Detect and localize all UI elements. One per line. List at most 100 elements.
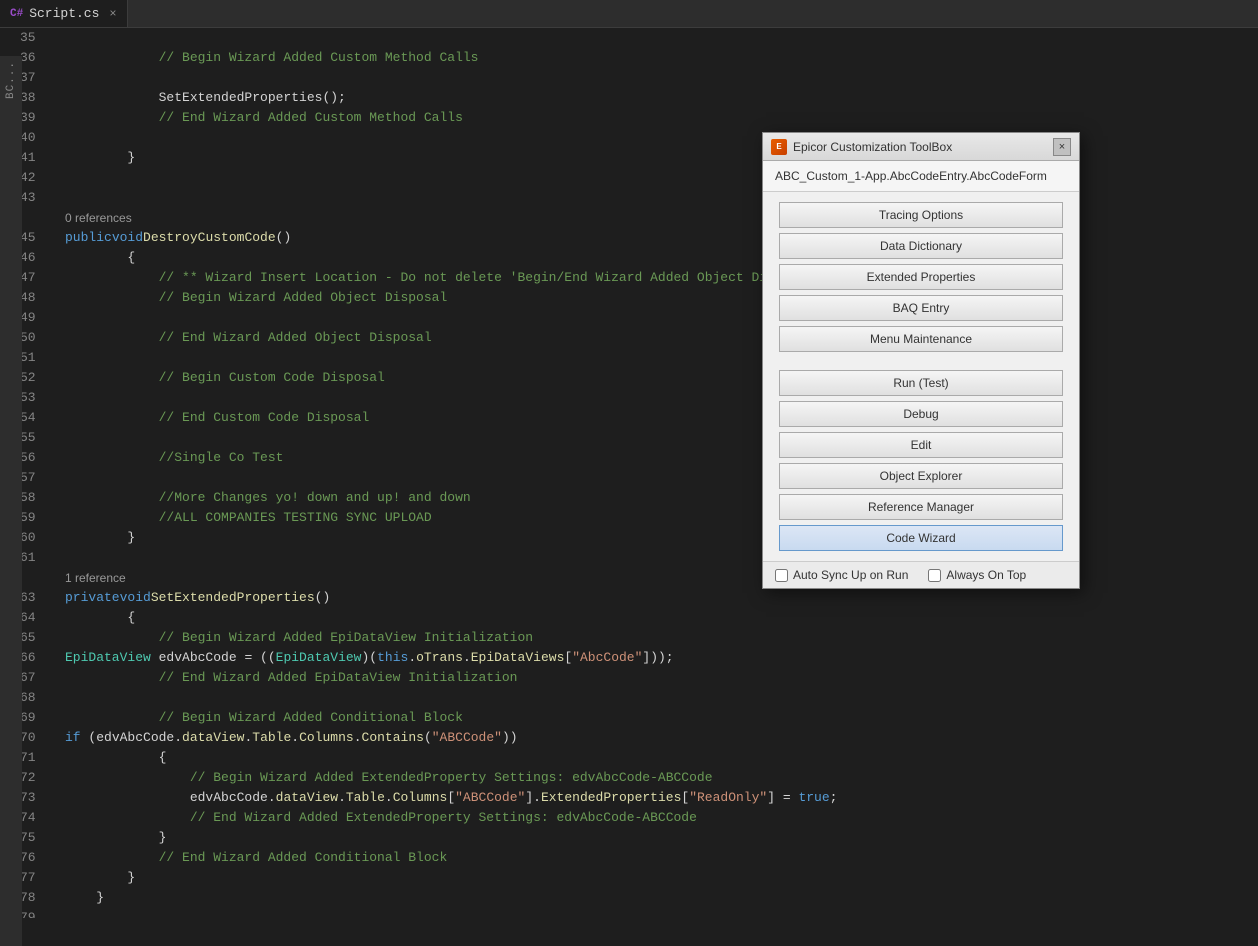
line-number: 72	[20, 768, 43, 788]
reference-manager-button[interactable]: Reference Manager	[779, 494, 1063, 520]
code-line	[65, 68, 1258, 88]
line-number: 56	[20, 448, 43, 468]
always-on-top-label: Always On Top	[946, 568, 1026, 582]
menu-maintenance-button[interactable]: Menu Maintenance	[779, 326, 1063, 352]
dialog-titlebar: E Epicor Customization ToolBox ×	[763, 133, 1079, 161]
line-number: 61	[20, 548, 43, 568]
code-line: {	[65, 748, 1258, 768]
code-line: }	[65, 888, 1258, 908]
code-line: // End Wizard Added Conditional Block	[65, 848, 1258, 868]
line-number: 43	[20, 188, 43, 208]
line-number: 37	[20, 68, 43, 88]
dialog-breadcrumb: ABC_Custom_1-App.AbcCodeEntry.AbcCodeFor…	[763, 161, 1079, 192]
line-number: 48	[20, 288, 43, 308]
code-line: }	[65, 868, 1258, 888]
code-line: edvAbcCode.dataView.Table.Columns["ABCCo…	[65, 788, 1258, 808]
line-number: 42	[20, 168, 43, 188]
line-number: 40	[20, 128, 43, 148]
line-number: 66	[20, 648, 43, 668]
tab-bar: C# Script.cs ×	[0, 0, 1258, 28]
line-number: 73	[20, 788, 43, 808]
code-line	[65, 688, 1258, 708]
always-on-top-group[interactable]: Always On Top	[928, 568, 1026, 582]
line-number: 70	[20, 728, 43, 748]
code-line: private void SetExtendedProperties()	[65, 588, 1258, 608]
line-number: 64	[20, 608, 43, 628]
line-number: 63	[20, 588, 43, 608]
line-number: 59	[20, 508, 43, 528]
line-number: 47	[20, 268, 43, 288]
dialog-title: Epicor Customization ToolBox	[793, 140, 1047, 154]
baq-entry-button[interactable]: BAQ Entry	[779, 295, 1063, 321]
debug-button[interactable]: Debug	[779, 401, 1063, 427]
code-line: // Begin Wizard Added EpiDataView Initia…	[65, 628, 1258, 648]
data-dictionary-button[interactable]: Data Dictionary	[779, 233, 1063, 259]
dialog-footer: Auto Sync Up on Run Always On Top	[763, 561, 1079, 588]
line-number: 76	[20, 848, 43, 868]
code-line: // End Wizard Added Custom Method Calls	[65, 108, 1258, 128]
line-number: 79	[20, 908, 43, 918]
code-line	[65, 908, 1258, 918]
line-number: 60	[20, 528, 43, 548]
line-number: 69	[20, 708, 43, 728]
tab-label: Script.cs	[29, 6, 99, 21]
line-number: 45	[20, 228, 43, 248]
line-number	[20, 568, 43, 588]
line-number: 51	[20, 348, 43, 368]
line-number: 38	[20, 88, 43, 108]
code-line: EpiDataView edvAbcCode = ((EpiDataView)(…	[65, 648, 1258, 668]
line-number: 52	[20, 368, 43, 388]
line-number: 53	[20, 388, 43, 408]
code-line	[65, 28, 1258, 48]
csharp-icon: C#	[10, 8, 23, 20]
epicor-logo-icon: E	[771, 139, 787, 155]
line-number: 74	[20, 808, 43, 828]
line-number: 35	[20, 28, 43, 48]
line-number: 65	[20, 628, 43, 648]
line-number: 58	[20, 488, 43, 508]
auto-sync-group[interactable]: Auto Sync Up on Run	[775, 568, 908, 582]
line-number: 71	[20, 748, 43, 768]
auto-sync-label: Auto Sync Up on Run	[793, 568, 908, 582]
epicor-toolbox-dialog[interactable]: E Epicor Customization ToolBox × ABC_Cus…	[762, 132, 1080, 589]
line-number: 77	[20, 868, 43, 888]
always-on-top-checkbox[interactable]	[928, 569, 941, 582]
code-line: // Begin Wizard Added Custom Method Call…	[65, 48, 1258, 68]
code-line: // Begin Wizard Added ExtendedProperty S…	[65, 768, 1258, 788]
line-number: 57	[20, 468, 43, 488]
line-number: 49	[20, 308, 43, 328]
line-number: 78	[20, 888, 43, 908]
code-line: // Begin Wizard Added Conditional Block	[65, 708, 1258, 728]
extended-properties-button[interactable]: Extended Properties	[779, 264, 1063, 290]
line-number: 67	[20, 668, 43, 688]
tab-close-btn[interactable]: ×	[109, 7, 116, 21]
auto-sync-checkbox[interactable]	[775, 569, 788, 582]
tracing-options-button[interactable]: Tracing Options	[779, 202, 1063, 228]
edit-button[interactable]: Edit	[779, 432, 1063, 458]
line-number	[20, 208, 43, 228]
line-number: 46	[20, 248, 43, 268]
code-line: // End Wizard Added EpiDataView Initiali…	[65, 668, 1258, 688]
sidebar-indicator: BC...	[0, 56, 22, 946]
script-tab[interactable]: C# Script.cs ×	[0, 0, 128, 27]
breadcrumb-text: ABC_Custom_1-App.AbcCodeEntry.AbcCodeFor…	[775, 169, 1047, 183]
line-number: 36	[20, 48, 43, 68]
dialog-body: Tracing Options Data Dictionary Extended…	[763, 192, 1079, 561]
line-number: 41	[20, 148, 43, 168]
code-line: }	[65, 828, 1258, 848]
code-line: // End Wizard Added ExtendedProperty Set…	[65, 808, 1258, 828]
sidebar-label: BC...	[5, 61, 17, 99]
code-wizard-button[interactable]: Code Wizard	[779, 525, 1063, 551]
line-number: 39	[20, 108, 43, 128]
code-line: if (edvAbcCode.dataView.Table.Columns.Co…	[65, 728, 1258, 748]
line-number: 68	[20, 688, 43, 708]
separator	[779, 357, 1063, 365]
object-explorer-button[interactable]: Object Explorer	[779, 463, 1063, 489]
line-number: 50	[20, 328, 43, 348]
line-number: 54	[20, 408, 43, 428]
dialog-close-button[interactable]: ×	[1053, 138, 1071, 156]
line-number: 75	[20, 828, 43, 848]
code-line: SetExtendedProperties();	[65, 88, 1258, 108]
line-number: 55	[20, 428, 43, 448]
run-test-button[interactable]: Run (Test)	[779, 370, 1063, 396]
